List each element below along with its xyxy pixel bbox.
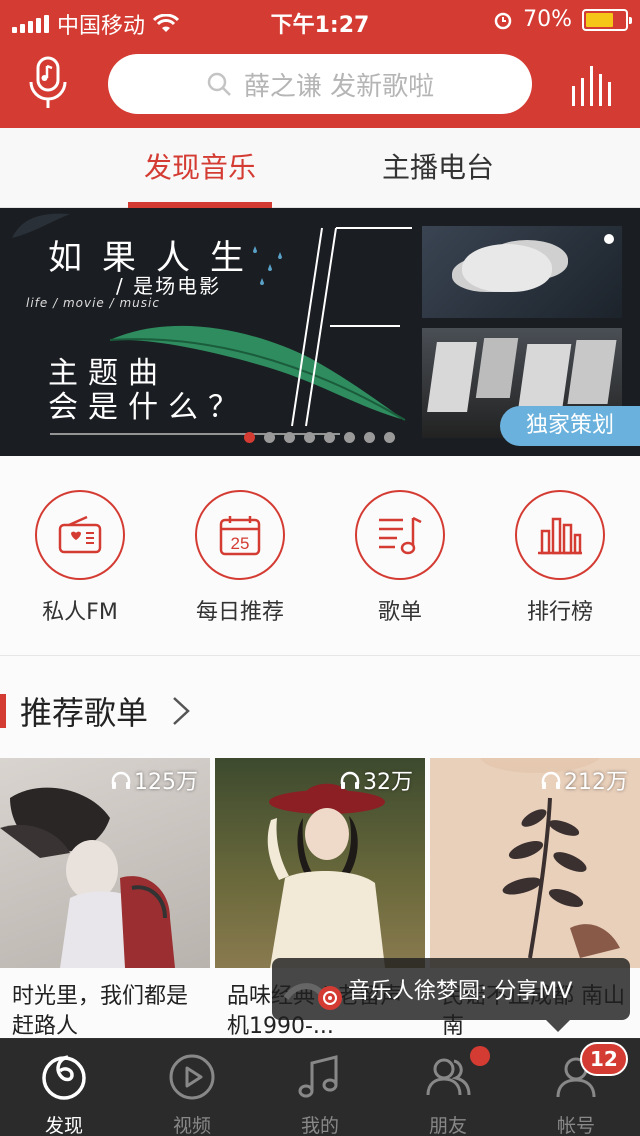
- svg-text:25: 25: [231, 534, 250, 553]
- now-playing-icon[interactable]: [570, 64, 614, 108]
- headphones-icon: [340, 771, 360, 789]
- tab-discover-music[interactable]: 发现音乐: [128, 146, 272, 186]
- playlist-cover: 212万: [430, 758, 640, 968]
- banner-dot[interactable]: [324, 432, 335, 443]
- banner-dot[interactable]: [264, 432, 275, 443]
- quick-playlists[interactable]: 歌单: [320, 490, 480, 626]
- calendar-icon: 25: [195, 490, 285, 580]
- quick-daily-recommend[interactable]: 25 每日推荐: [160, 490, 320, 626]
- app-header: 薛之谦 发新歌啦: [0, 40, 640, 128]
- headphones-icon: [111, 771, 131, 789]
- status-bar: 中国移动 下午1:27 70%: [0, 0, 640, 40]
- alarm-icon: [494, 12, 512, 29]
- tab-label: 发现: [44, 1115, 83, 1136]
- friends-icon: [426, 1058, 471, 1096]
- quick-label: 歌单: [377, 600, 422, 625]
- banner-dot[interactable]: [284, 432, 295, 443]
- search-placeholder: 薛之谦 发新歌啦: [243, 71, 435, 102]
- banner-dot[interactable]: [364, 432, 375, 443]
- banner-question-line2: 会是什么？: [48, 390, 248, 425]
- headphones-icon: [541, 771, 561, 789]
- microphone-icon[interactable]: [28, 56, 68, 112]
- quick-links: 私人FM 25 每日推荐 歌单 排行榜: [0, 456, 640, 656]
- chevron-right-icon: [173, 697, 190, 725]
- quick-label: 私人FM: [42, 600, 118, 625]
- tab-label: 朋友: [428, 1115, 467, 1136]
- tab-anchor-radio[interactable]: 主播电台: [366, 146, 510, 186]
- tab-label: 我的: [300, 1115, 339, 1136]
- banner-dot[interactable]: [344, 432, 355, 443]
- share-mv-toast[interactable]: 音乐人徐梦圆: 分享MV: [272, 958, 630, 1020]
- music-logo-icon: [283, 983, 342, 1010]
- account-notification-badge: 12: [580, 1042, 628, 1076]
- tab-discover[interactable]: 发现: [0, 1045, 128, 1136]
- bottom-tab-bar: 发现 视频 我的 朋友 帐号: [0, 1038, 640, 1136]
- play-count: 212万: [540, 764, 628, 796]
- radio-icon: [35, 490, 125, 580]
- quick-label: 排行榜: [526, 600, 593, 625]
- top-tabs: 发现音乐 主播电台: [0, 128, 640, 208]
- exclusive-badge: 独家策划: [500, 406, 640, 446]
- banner-subtitle: / 是场电影: [116, 274, 222, 298]
- quick-private-fm[interactable]: 私人FM: [0, 490, 160, 626]
- tab-video[interactable]: 视频: [128, 1045, 256, 1136]
- play-count: 32万: [339, 764, 413, 796]
- battery-icon: [582, 8, 632, 31]
- toast-text: 音乐人徐梦圆: 分享MV: [348, 979, 573, 1004]
- search-bar[interactable]: 薛之谦 发新歌啦: [108, 54, 532, 114]
- banner-dot[interactable]: [384, 432, 395, 443]
- search-icon: [207, 72, 231, 96]
- banner-photo-cloud: [422, 226, 622, 318]
- quick-label: 每日推荐: [195, 600, 284, 625]
- quick-charts[interactable]: 排行榜: [480, 490, 640, 626]
- tab-label: 视频: [172, 1115, 211, 1136]
- netease-logo-icon: [42, 1055, 86, 1100]
- toast-pointer: [546, 1020, 570, 1032]
- friends-notification-dot: [470, 1046, 490, 1066]
- banner-dot[interactable]: [244, 432, 255, 443]
- play-count: 125万: [110, 764, 198, 796]
- music-note-icon: [298, 1055, 338, 1098]
- banner-dot[interactable]: [304, 432, 315, 443]
- section-marker: [0, 694, 6, 728]
- playlist-title: 时光里，我们都是赶路人: [12, 984, 189, 1039]
- banner-page-dots[interactable]: [244, 432, 395, 443]
- banner[interactable]: 如果人生 / 是场电影 life / movie / music 主题曲 会是什…: [0, 208, 640, 456]
- chart-icon: [515, 490, 605, 580]
- playlist-icon: [355, 490, 445, 580]
- video-icon: [169, 1054, 215, 1100]
- tab-friends[interactable]: 朋友: [384, 1045, 512, 1136]
- banner-english: life / movie / music: [26, 296, 160, 310]
- playlist-cover: 125万: [0, 758, 210, 968]
- tab-label: 帐号: [556, 1115, 595, 1136]
- playlist-card[interactable]: 125万 时光里，我们都是赶路人: [0, 758, 210, 1042]
- battery-percent: 70%: [523, 7, 572, 32]
- recommended-header[interactable]: 推荐歌单: [0, 686, 194, 736]
- playlist-cover: 32万: [215, 758, 425, 968]
- tab-my-music[interactable]: 我的: [256, 1045, 384, 1136]
- recommended-title: 推荐歌单: [20, 694, 149, 732]
